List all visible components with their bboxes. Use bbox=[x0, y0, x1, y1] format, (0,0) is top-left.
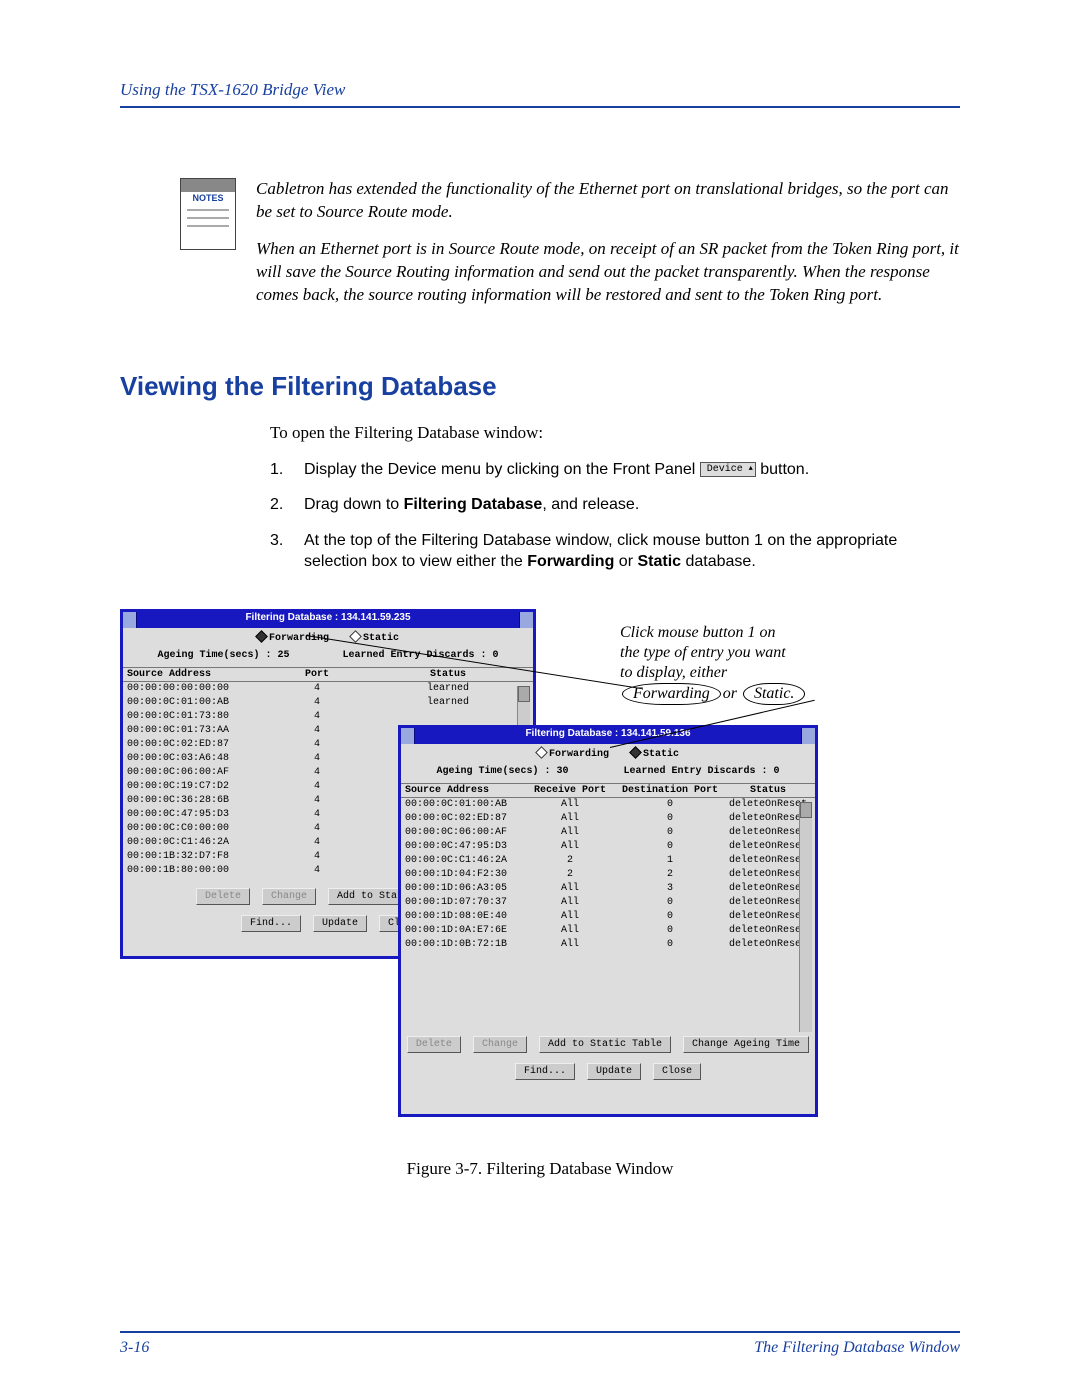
change-button[interactable]: Change bbox=[262, 888, 316, 905]
find-button[interactable]: Find... bbox=[241, 915, 301, 932]
radio-forwarding[interactable]: Forwarding bbox=[529, 748, 617, 760]
ageing-time-label: Ageing Time(secs) : 25 bbox=[157, 650, 289, 661]
page-number: 3-16 bbox=[120, 1339, 149, 1357]
delete-button[interactable]: Delete bbox=[196, 888, 250, 905]
section-heading: Viewing the Filtering Database bbox=[120, 371, 960, 402]
table-row[interactable]: 00:00:1D:06:A3:05All3deleteOnReset bbox=[405, 882, 811, 896]
table-row[interactable]: 00:00:1D:04:F2:3022deleteOnReset bbox=[405, 868, 811, 882]
oval-static: Static. bbox=[743, 683, 805, 705]
table-row[interactable]: 00:00:1D:08:0E:40All0deleteOnReset bbox=[405, 910, 811, 924]
ageing-time-label: Ageing Time(secs) : 30 bbox=[436, 766, 568, 777]
change-ageing-time-button[interactable]: Change Ageing Time bbox=[683, 1036, 809, 1053]
table-row[interactable]: 00:00:0C:01:73:804 bbox=[127, 710, 529, 724]
discards-label: Learned Entry Discards : 0 bbox=[623, 766, 779, 777]
notes-label: NOTES bbox=[181, 193, 235, 203]
note-paragraph-1: Cabletron has extended the functionality… bbox=[256, 178, 960, 224]
notes-block: NOTES Cabletron has extended the functio… bbox=[120, 178, 960, 321]
step-2: Drag down to Filtering Database, and rel… bbox=[304, 494, 639, 516]
update-button[interactable]: Update bbox=[313, 915, 367, 932]
close-button[interactable]: Close bbox=[653, 1063, 701, 1080]
static-table-body[interactable]: 00:00:0C:01:00:ABAll0deleteOnReset00:00:… bbox=[401, 798, 815, 1028]
window-menu-icon[interactable] bbox=[123, 612, 137, 628]
table-row[interactable]: 00:00:0C:C1:46:2A21deleteOnReset bbox=[405, 854, 811, 868]
window-titlebar[interactable]: Filtering Database : 134.141.59.136 bbox=[401, 728, 815, 744]
col-port: Port bbox=[267, 669, 367, 680]
update-button[interactable]: Update bbox=[587, 1063, 641, 1080]
table-row[interactable]: 00:00:0C:01:00:ABAll0deleteOnReset bbox=[405, 798, 811, 812]
scrollbar[interactable] bbox=[799, 802, 812, 1032]
table-row[interactable]: 00:00:0C:06:00:AFAll0deleteOnReset bbox=[405, 826, 811, 840]
add-to-static-button[interactable]: Add to Static Table bbox=[539, 1036, 671, 1053]
col-source-address: Source Address bbox=[127, 669, 267, 680]
step-1: Display the Device menu by clicking on t… bbox=[304, 459, 809, 481]
window-resize-icon[interactable] bbox=[801, 728, 815, 744]
footer-section: The Filtering Database Window bbox=[754, 1339, 960, 1357]
window-menu-icon[interactable] bbox=[401, 728, 415, 744]
callout-instruction: Click mouse button 1 on the type of entr… bbox=[620, 623, 880, 705]
filtering-db-static-window: Filtering Database : 134.141.59.136 Forw… bbox=[398, 725, 818, 1117]
oval-forwarding: Forwarding bbox=[622, 683, 721, 705]
discards-label: Learned Entry Discards : 0 bbox=[342, 650, 498, 661]
figure-caption: Figure 3-7. Filtering Database Window bbox=[120, 1159, 960, 1179]
device-menu-button[interactable]: Device bbox=[700, 462, 756, 477]
col-status: Status bbox=[725, 785, 811, 796]
change-button[interactable]: Change bbox=[473, 1036, 527, 1053]
table-row[interactable]: 00:00:0C:47:95:D3All0deleteOnReset bbox=[405, 840, 811, 854]
col-receive-port: Receive Port bbox=[525, 785, 615, 796]
col-status: Status bbox=[367, 669, 529, 680]
table-row[interactable]: 00:00:1D:0B:72:1BAll0deleteOnReset bbox=[405, 938, 811, 952]
radio-static[interactable]: Static bbox=[623, 748, 687, 760]
table-row[interactable]: 00:00:1D:0A:E7:6EAll0deleteOnReset bbox=[405, 924, 811, 938]
table-row[interactable]: 00:00:00:00:00:004learned bbox=[127, 682, 529, 696]
figure-3-7: Filtering Database : 134.141.59.235 Forw… bbox=[120, 609, 960, 1149]
running-header: Using the TSX-1620 Bridge View bbox=[120, 80, 960, 108]
table-row[interactable]: 00:00:0C:02:ED:87All0deleteOnReset bbox=[405, 812, 811, 826]
note-paragraph-2: When an Ethernet port is in Source Route… bbox=[256, 238, 960, 307]
col-source-address: Source Address bbox=[405, 785, 525, 796]
delete-button[interactable]: Delete bbox=[407, 1036, 461, 1053]
col-destination-port: Destination Port bbox=[615, 785, 725, 796]
step-3: At the top of the Filtering Database win… bbox=[304, 530, 960, 573]
intro-text: To open the Filtering Database window: bbox=[270, 422, 960, 445]
table-row[interactable]: 00:00:0C:01:00:AB4learned bbox=[127, 696, 529, 710]
notepad-icon: NOTES bbox=[180, 178, 236, 250]
find-button[interactable]: Find... bbox=[515, 1063, 575, 1080]
window-resize-icon[interactable] bbox=[519, 612, 533, 628]
window-titlebar[interactable]: Filtering Database : 134.141.59.235 bbox=[123, 612, 533, 628]
step-1-num: 1. bbox=[270, 459, 290, 481]
step-3-num: 3. bbox=[270, 530, 290, 573]
step-2-num: 2. bbox=[270, 494, 290, 516]
table-row[interactable]: 00:00:1D:07:70:37All0deleteOnReset bbox=[405, 896, 811, 910]
